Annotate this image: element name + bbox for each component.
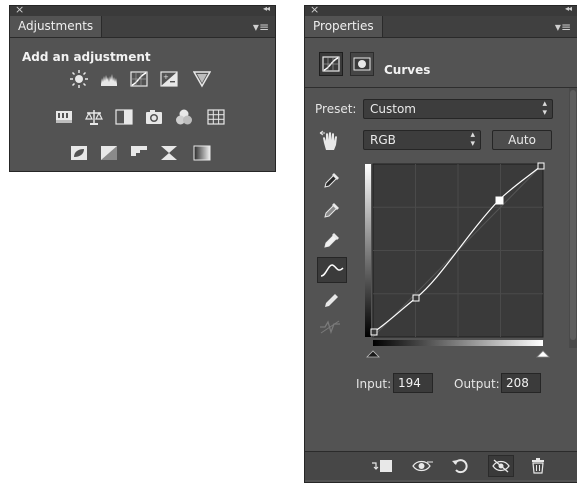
divider [305, 87, 577, 88]
curve-point[interactable] [370, 328, 378, 336]
panel-menu-icon[interactable]: ▾≡ [253, 20, 269, 34]
vibrance-icon[interactable] [193, 70, 211, 88]
white-slider[interactable] [536, 350, 550, 358]
color-lookup-icon[interactable] [207, 108, 225, 126]
preset-select[interactable]: Custom ▴ ▾ [363, 99, 553, 119]
curves-icon[interactable] [130, 70, 148, 88]
brightness-contrast-icon[interactable] [70, 70, 88, 88]
properties-titlebar: × ◂◂ [305, 3, 577, 16]
channel-mixer-icon[interactable] [175, 108, 193, 126]
output-gradient-bar [365, 164, 371, 337]
adjustments-tab-row: Adjustments ▾≡ [10, 16, 275, 38]
view-previous-state-icon[interactable] [412, 457, 434, 475]
edit-points-curve-icon[interactable] [317, 257, 347, 283]
exposure-icon[interactable]: + [160, 70, 178, 88]
threshold-icon[interactable] [130, 144, 148, 162]
scrollbar-thumb[interactable] [570, 90, 576, 340]
close-icon[interactable]: × [310, 3, 319, 16]
on-image-adjust-hand-icon[interactable] [317, 129, 343, 153]
clip-to-layer-icon[interactable] [371, 457, 393, 475]
photo-filter-icon[interactable] [145, 108, 163, 126]
black-point-eyedropper-icon[interactable] [319, 168, 345, 192]
output-field[interactable]: 208 [501, 373, 541, 393]
trash-icon[interactable] [527, 457, 549, 475]
svg-text:+: + [163, 73, 169, 81]
preset-label: Preset: [315, 102, 357, 116]
curve-point[interactable] [412, 294, 420, 302]
draw-pencil-icon[interactable] [319, 288, 345, 312]
white-point-eyedropper-icon[interactable] [319, 228, 345, 252]
input-label: Input: [356, 377, 392, 391]
smooth-curve-icon [317, 315, 343, 339]
panel-title: Curves [384, 63, 431, 77]
add-adjustment-heading: Add an adjustment [22, 50, 151, 64]
color-balance-icon[interactable] [85, 108, 103, 126]
properties-panel: × ◂◂ Properties ▾≡ Curves Preset: Custom… [304, 3, 577, 483]
properties-bottom-bar [305, 451, 577, 480]
selected-curve-point[interactable] [495, 196, 504, 205]
black-white-icon[interactable] [115, 108, 133, 126]
properties-tab-row: Properties ▾≡ [305, 16, 577, 38]
tab-properties[interactable]: Properties [305, 16, 383, 37]
input-gradient-bar [373, 340, 543, 346]
channel-value: RGB [370, 133, 396, 147]
collapse-icon[interactable]: ◂◂ [263, 4, 270, 13]
reset-icon[interactable] [449, 457, 471, 475]
gray-point-eyedropper-icon[interactable] [319, 198, 345, 222]
preset-value: Custom [370, 102, 416, 116]
auto-button[interactable]: Auto [492, 130, 552, 150]
hue-saturation-icon[interactable] [55, 108, 73, 126]
selective-color-icon[interactable] [193, 144, 211, 162]
black-slider[interactable] [366, 350, 380, 358]
chevron-updown-icon: ▴ ▾ [542, 99, 547, 118]
layer-mask-icon[interactable] [350, 52, 374, 76]
close-icon[interactable]: × [15, 3, 24, 16]
output-label: Output: [454, 377, 500, 391]
posterize-icon[interactable] [100, 144, 118, 162]
curve-graph[interactable] [361, 160, 551, 372]
invert-icon[interactable] [70, 144, 88, 162]
panel-menu-icon[interactable]: ▾≡ [555, 20, 571, 34]
adjustments-titlebar: × ◂◂ [10, 3, 275, 16]
levels-icon[interactable] [100, 70, 118, 88]
adjustments-panel: × ◂◂ Adjustments ▾≡ Add an adjustment + [9, 3, 276, 172]
tab-adjustments[interactable]: Adjustments [10, 16, 103, 37]
channel-select[interactable]: RGB ▴ ▾ [363, 130, 481, 150]
input-field[interactable]: 194 [393, 373, 433, 393]
collapse-icon[interactable]: ◂◂ [565, 4, 572, 13]
curves-adjustment-icon[interactable] [319, 52, 343, 76]
curve-point[interactable] [537, 162, 545, 170]
gradient-map-icon[interactable] [160, 144, 178, 162]
scrollbar[interactable] [569, 88, 577, 348]
toggle-visibility-icon[interactable] [488, 455, 514, 477]
chevron-updown-icon: ▴ ▾ [470, 130, 475, 149]
